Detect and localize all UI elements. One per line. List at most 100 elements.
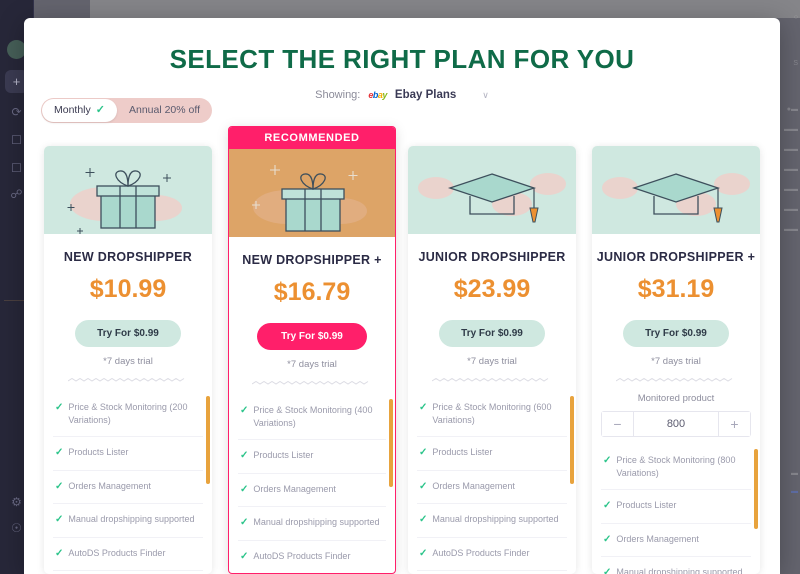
ghost-line: ▬▬ — [784, 166, 798, 173]
feature-label: Orders Management — [432, 480, 515, 491]
copy-icon[interactable]: ☐ — [8, 132, 25, 149]
feature-list-scrollbar[interactable] — [754, 449, 758, 529]
feature-item: ✓ Price & Stock Monitoring (600 Variation… — [417, 392, 567, 438]
feature-list-scrollbar[interactable] — [389, 399, 393, 487]
document-icon[interactable]: ☐ — [8, 160, 25, 177]
feature-item: ✓ Manual dropshipping supported — [238, 507, 386, 541]
feature-list: ✓ Price & Stock Monitoring (800 Variation… — [592, 445, 760, 574]
feature-item: ✓ Price & Stock Monitoring (200 Variation… — [53, 392, 203, 438]
gift-box-icon — [44, 146, 212, 234]
graduation-cap-icon — [592, 146, 760, 234]
feature-label: AutoDS Products Finder — [253, 550, 351, 561]
feature-list: ✓ Price & Stock Monitoring (600 Variation… — [408, 392, 576, 574]
feature-list: ✓ Price & Stock Monitoring (400 Variation… — [229, 395, 395, 573]
check-icon: ✓ — [240, 405, 249, 416]
showing-value: Ebay Plans — [394, 89, 457, 101]
toggle-monthly-label: Monthly — [54, 104, 91, 116]
plan-card-new-dropshipper-plus[interactable]: RECOMMENDED NEW DROPSHIPPER + $16.79 Try… — [228, 126, 396, 574]
feature-label: Manual dropshipping supported — [432, 514, 559, 525]
monitored-product-stepper[interactable]: − 800 + — [601, 411, 751, 437]
chevron-down-icon[interactable]: ∨ — [482, 90, 489, 101]
check-icon: ✓ — [419, 402, 428, 413]
feature-label: Products Lister — [68, 447, 129, 458]
check-icon: ✓ — [55, 447, 64, 459]
check-icon: ✓ — [419, 547, 428, 559]
plan-name: JUNIOR DROPSHIPPER + — [596, 250, 756, 264]
stepper-value[interactable]: 800 — [634, 418, 718, 430]
refresh-icon[interactable]: ⟳ — [8, 104, 25, 121]
toggle-option-annual[interactable]: Annual 20% off — [117, 98, 212, 123]
try-plan-button[interactable]: Try For $0.99 — [75, 320, 181, 347]
bell-icon[interactable]: ☉ — [8, 520, 25, 537]
settings-gear-icon[interactable]: ⚙ — [8, 494, 25, 511]
toggle-annual-label: Annual 20% off — [128, 104, 201, 116]
try-plan-button[interactable]: Try For $0.99 — [623, 320, 729, 347]
page-title: SELECT THE RIGHT PLAN FOR YOU — [169, 44, 635, 74]
feature-item: ✓ Manual dropshipping supported — [417, 504, 567, 538]
plan-card-new-dropshipper[interactable]: NEW DROPSHIPPER $10.99 Try For $0.99 *7 … — [44, 146, 212, 574]
plan-card-junior-dropshipper-plus[interactable]: JUNIOR DROPSHIPPER + $31.19 Try For $0.9… — [592, 146, 760, 574]
check-icon: ✓ — [603, 567, 612, 574]
check-icon: ✓ — [419, 480, 428, 492]
feature-label: Price & Stock Monitoring (600 Variations… — [432, 402, 552, 426]
feature-item: ✓ Products Lister — [238, 440, 386, 474]
feature-label: Price & Stock Monitoring (800 Variations… — [616, 455, 736, 479]
feature-item: ✓ AutoDS Products Finder — [417, 538, 567, 572]
ghost-line: ▬▬ — [784, 226, 798, 233]
trial-note: *7 days trial — [651, 356, 701, 367]
feature-label: AutoDS Products Finder — [68, 547, 166, 558]
ghost-line: ▬▬ — [784, 186, 798, 193]
check-icon: ✓ — [55, 480, 64, 492]
feature-label: Manual dropshipping supported — [68, 514, 195, 525]
try-plan-button[interactable]: Try For $0.99 — [439, 320, 545, 347]
showing-label: Showing: — [315, 89, 361, 101]
feature-item: ✓ Price & Stock Monitoring (400 Variation… — [238, 395, 386, 441]
feature-item: ✓ AutoDS Products Finder — [238, 541, 386, 573]
link-icon[interactable]: ☍ — [8, 186, 25, 203]
ghost-line: ▬ — [791, 488, 798, 495]
overlay-top-strip — [90, 0, 800, 18]
feature-list-scrollbar[interactable] — [570, 396, 574, 484]
check-icon: ✓ — [55, 514, 64, 526]
ghost-line: ○ — [793, 14, 798, 21]
recommended-badge: RECOMMENDED — [229, 127, 395, 149]
ghost-line: ▬▬ — [784, 126, 798, 133]
feature-item: ✓ Orders Management — [238, 474, 386, 508]
feature-label: Orders Management — [616, 533, 699, 544]
billing-period-toggle[interactable]: Monthly ✓ Annual 20% off — [41, 98, 213, 123]
feature-label: Manual dropshipping supported — [616, 567, 743, 574]
feature-item: ✓ Orders Management — [601, 524, 751, 558]
feature-label: Price & Stock Monitoring (400 Variations… — [253, 405, 373, 429]
try-plan-button[interactable]: Try For $0.99 — [257, 323, 367, 350]
plan-card-junior-dropshipper[interactable]: JUNIOR DROPSHIPPER $23.99 Try For $0.99 … — [408, 146, 576, 574]
ghost-line: ▬▬ — [784, 206, 798, 213]
plan-name: JUNIOR DROPSHIPPER — [418, 250, 566, 264]
plan-price: $23.99 — [453, 275, 531, 303]
feature-item: ✓ Products Lister — [53, 437, 203, 471]
wave-divider — [252, 381, 369, 385]
pricing-modal: SELECT THE RIGHT PLAN FOR YOU Showing: e… — [24, 18, 780, 574]
gift-box-icon — [229, 149, 395, 237]
stepper-increment-button[interactable]: + — [718, 412, 750, 436]
check-icon: ✓ — [603, 455, 612, 466]
feature-list: ✓ Price & Stock Monitoring (200 Variation… — [44, 392, 212, 574]
check-icon: ✓ — [55, 402, 64, 413]
feature-item: ✓ Price & Stock Monitoring (800 Variation… — [601, 445, 751, 491]
feature-item: ✓ Manual dropshipping supported — [53, 504, 203, 538]
feature-item: ✓ Products Lister — [417, 437, 567, 471]
check-icon: ✓ — [240, 450, 249, 462]
plan-price: $31.19 — [637, 275, 715, 303]
feature-label: Products Lister — [432, 447, 493, 458]
check-icon: ✓ — [419, 447, 428, 459]
trial-note: *7 days trial — [103, 356, 153, 367]
toggle-option-monthly[interactable]: Monthly ✓ — [42, 99, 117, 122]
check-icon: ✓ — [95, 104, 105, 116]
feature-item: ✓ Manual dropshipping supported — [601, 557, 751, 574]
feature-item: ✓ AutoDS Products Finder — [53, 538, 203, 572]
feature-label: Orders Management — [68, 480, 151, 491]
check-icon: ✓ — [240, 517, 249, 529]
check-icon: ✓ — [240, 483, 249, 495]
stepper-decrement-button[interactable]: − — [602, 412, 634, 436]
ghost-line: ▬▬ — [784, 146, 798, 153]
feature-list-scrollbar[interactable] — [206, 396, 210, 484]
